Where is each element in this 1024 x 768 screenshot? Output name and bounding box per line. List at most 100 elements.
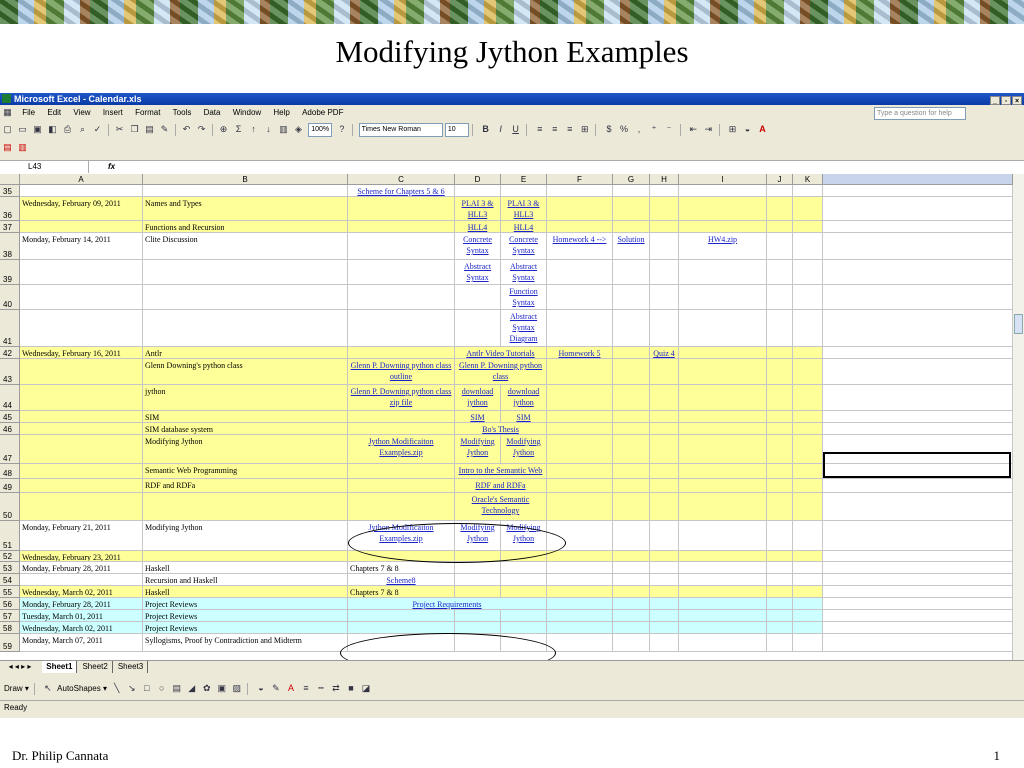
autosum-icon[interactable]: Σ — [232, 123, 245, 136]
row-header-55[interactable]: 55 — [0, 586, 20, 598]
cell-j44[interactable] — [767, 385, 793, 411]
row-header-41[interactable]: 41 — [0, 310, 20, 347]
copy-icon[interactable]: ❐ — [128, 123, 141, 136]
cell-e44[interactable]: download jython — [501, 385, 547, 411]
cell-empty[interactable] — [823, 423, 1013, 435]
paste-icon[interactable]: ▤ — [143, 123, 156, 136]
row-header-38[interactable]: 38 — [0, 233, 20, 260]
cell-i38[interactable]: HW4.zip — [679, 233, 767, 260]
print-icon[interactable]: ⎙ — [61, 123, 74, 136]
cell-b59[interactable]: Syllogisms, Proof by Contradiction and M… — [143, 634, 348, 652]
cell-empty[interactable] — [823, 479, 1013, 493]
cell-g42[interactable] — [613, 347, 650, 359]
cell-i47[interactable] — [679, 435, 767, 464]
sheet-tab-2[interactable]: Sheet2 — [78, 661, 113, 673]
cell-f36[interactable] — [547, 197, 613, 221]
cell-empty[interactable] — [823, 385, 1013, 411]
cell-empty[interactable] — [823, 610, 1013, 622]
row-header-45[interactable]: 45 — [0, 411, 20, 423]
cell-empty[interactable] — [823, 285, 1013, 310]
cell-g48[interactable] — [613, 464, 650, 479]
cell-j51[interactable] — [767, 521, 793, 551]
draw-menu[interactable]: Draw — [4, 684, 23, 693]
cell-a42[interactable]: Wednesday, February 16, 2011 — [20, 347, 143, 359]
cell-g49[interactable] — [613, 479, 650, 493]
cell-c51[interactable]: Jython Modificaiton Examples.zip — [348, 521, 455, 551]
cell-de42[interactable]: Antlr Video Tutorials — [455, 347, 547, 359]
cell-a41[interactable] — [20, 310, 143, 347]
cell-f48[interactable] — [547, 464, 613, 479]
close-icon[interactable]: × — [1012, 96, 1022, 105]
cell-e38[interactable]: Concrete Syntax — [501, 233, 547, 260]
cell-c42[interactable] — [348, 347, 455, 359]
cell-f55[interactable] — [547, 586, 613, 598]
cell-b57[interactable]: Project Reviews — [143, 610, 348, 622]
cell-f35[interactable] — [547, 185, 613, 197]
menu-view[interactable]: View — [73, 105, 90, 121]
cell-i43[interactable] — [679, 359, 767, 385]
cell-j50[interactable] — [767, 493, 793, 521]
cell-e47[interactable]: Modifying Jython — [501, 435, 547, 464]
cell-a53[interactable]: Monday, February 28, 2011 — [20, 562, 143, 574]
cell-c37[interactable] — [348, 221, 455, 233]
cell-empty[interactable] — [823, 233, 1013, 260]
cell-d44[interactable]: download jython — [455, 385, 501, 411]
cell-c48[interactable] — [348, 464, 455, 479]
cell-a40[interactable] — [20, 285, 143, 310]
cell-k53[interactable] — [793, 562, 823, 574]
cell-d35[interactable] — [455, 185, 501, 197]
column-header-e[interactable]: E — [501, 174, 547, 185]
save-icon[interactable]: ▣ — [31, 123, 44, 136]
cell-a39[interactable] — [20, 260, 143, 285]
cell-h54[interactable] — [650, 574, 679, 586]
cell-f57[interactable] — [547, 610, 613, 622]
cell-i48[interactable] — [679, 464, 767, 479]
cell-h44[interactable] — [650, 385, 679, 411]
cell-f54[interactable] — [547, 574, 613, 586]
cell-e53[interactable] — [501, 562, 547, 574]
cell-d39[interactable]: Abstract Syntax — [455, 260, 501, 285]
cell-k54[interactable] — [793, 574, 823, 586]
row-header-42[interactable]: 42 — [0, 347, 20, 359]
cell-a59[interactable]: Monday, March 07, 2011 — [20, 634, 143, 652]
cell-e45[interactable]: SIM — [501, 411, 547, 423]
cell-b35[interactable] — [143, 185, 348, 197]
cell-k46[interactable] — [793, 423, 823, 435]
cell-b39[interactable] — [143, 260, 348, 285]
wordart-icon[interactable]: ◢ — [185, 682, 198, 695]
cell-k41[interactable] — [793, 310, 823, 347]
cell-h56[interactable] — [650, 598, 679, 610]
cell-a44[interactable] — [20, 385, 143, 411]
diagram-icon[interactable]: ✿ — [200, 682, 213, 695]
cell-g37[interactable] — [613, 221, 650, 233]
cell-empty[interactable] — [823, 598, 1013, 610]
cell-d37[interactable]: HLL4 — [455, 221, 501, 233]
align-right-icon[interactable]: ≡ — [563, 123, 576, 136]
cell-c55[interactable]: Chapters 7 & 8 — [348, 586, 455, 598]
bold-icon[interactable]: B — [479, 123, 492, 136]
cell-f46[interactable] — [547, 423, 613, 435]
cell-k48[interactable] — [793, 464, 823, 479]
cell-a57[interactable]: Tuesday, March 01, 2011 — [20, 610, 143, 622]
cell-de50[interactable]: Oracle's Semantic Technology — [455, 493, 547, 521]
cell-e36[interactable]: PLAI 3 & HLL3 — [501, 197, 547, 221]
help-icon[interactable]: ? — [335, 123, 348, 136]
cell-c40[interactable] — [348, 285, 455, 310]
cell-b38[interactable]: Clite Discussion — [143, 233, 348, 260]
cell-h48[interactable] — [650, 464, 679, 479]
menu-file[interactable]: File — [22, 105, 35, 121]
menu-tools[interactable]: Tools — [173, 105, 192, 121]
cell-h35[interactable] — [650, 185, 679, 197]
cell-i54[interactable] — [679, 574, 767, 586]
cell-a50[interactable] — [20, 493, 143, 521]
cell-h45[interactable] — [650, 411, 679, 423]
cell-g45[interactable] — [613, 411, 650, 423]
row-header-39[interactable]: 39 — [0, 260, 20, 285]
cell-k55[interactable] — [793, 586, 823, 598]
cell-a43[interactable] — [20, 359, 143, 385]
cell-k51[interactable] — [793, 521, 823, 551]
cell-c50[interactable] — [348, 493, 455, 521]
cell-empty[interactable] — [823, 197, 1013, 221]
cell-j38[interactable] — [767, 233, 793, 260]
cell-d41[interactable] — [455, 310, 501, 347]
